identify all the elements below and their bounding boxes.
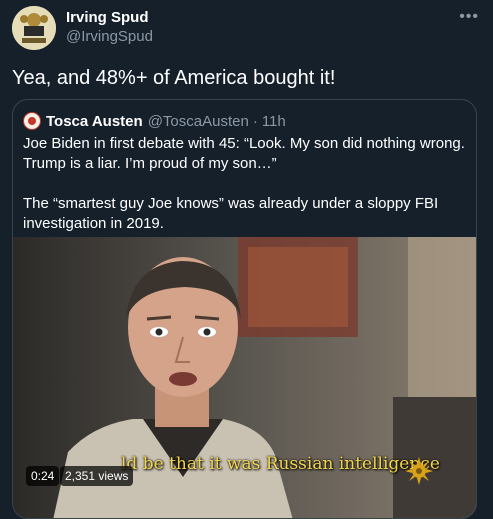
quoted-paragraph: Joe Biden in first debate with 45: “Look… bbox=[23, 135, 465, 172]
sun-logo-icon bbox=[405, 457, 433, 485]
video-elapsed-badge: 0:24 bbox=[26, 466, 60, 486]
quoted-author-name[interactable]: Tosca Austen bbox=[46, 113, 143, 130]
author-name[interactable]: Irving Spud bbox=[66, 9, 149, 26]
quoted-author-handle[interactable]: @ToscaAusten bbox=[148, 113, 249, 130]
video-player[interactable]: ld be that it was Russian intelligence 0… bbox=[13, 237, 476, 518]
video-views-badge: 2,351 views bbox=[60, 466, 134, 486]
author-avatar[interactable] bbox=[12, 6, 56, 50]
quoted-tweet[interactable]: Tosca Austen @ToscaAusten · 11h Joe Bide… bbox=[12, 99, 477, 519]
separator-dot: · bbox=[252, 112, 258, 130]
quoted-paragraph: The “smartest guy Joe knows” was already… bbox=[23, 195, 439, 232]
quoted-tweet-text: Joe Biden in first debate with 45: “Look… bbox=[23, 134, 473, 234]
video-caption: ld be that it was Russian intelligence bbox=[121, 454, 440, 474]
quoted-timestamp[interactable]: 11h bbox=[262, 113, 286, 130]
quoted-author-avatar[interactable] bbox=[23, 112, 41, 130]
author-handle[interactable]: @IrvingSpud bbox=[66, 28, 153, 45]
quoted-tweet-header: Tosca Austen @ToscaAusten · 11h bbox=[23, 111, 286, 131]
more-horizontal-icon[interactable]: ••• bbox=[459, 9, 479, 25]
tweet[interactable]: Irving Spud @IrvingSpud ••• Yea, and 48%… bbox=[0, 0, 493, 519]
tweet-text: Yea, and 48%+ of America bought it! bbox=[12, 67, 336, 89]
